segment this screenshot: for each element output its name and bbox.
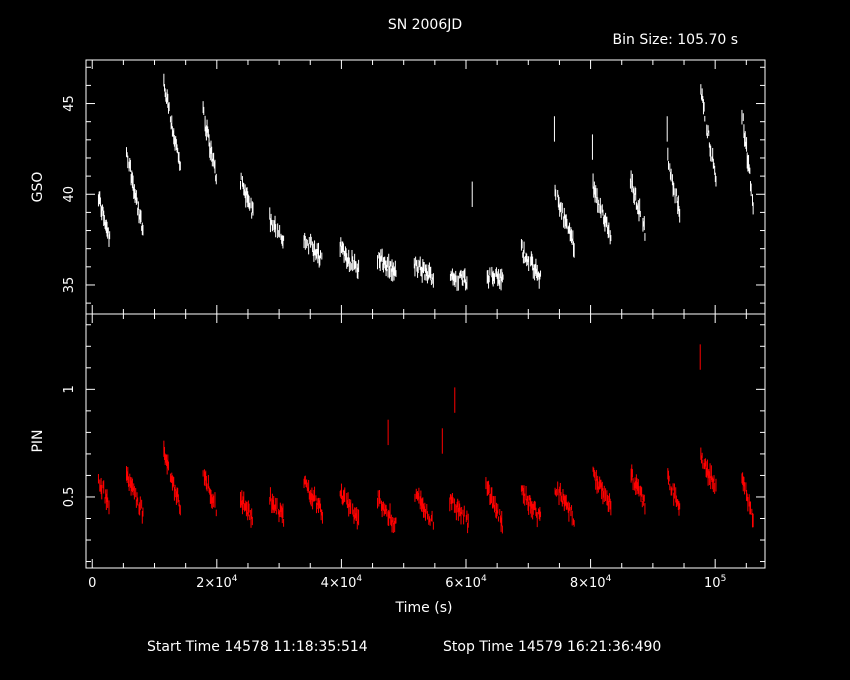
- pin-ytick-label: 1: [62, 385, 77, 393]
- gso-axis-label: GSO: [30, 172, 46, 203]
- time-tick-label: 0: [88, 576, 96, 591]
- gso-ytick-label: 35: [62, 277, 77, 294]
- light-curve-figure: SN 2006JD Bin Size: 105.70 s 35 40 45 0.5 1…: [0, 0, 850, 680]
- time-axis-label: Time (s): [395, 600, 453, 616]
- gso-ytick-label: 45: [62, 95, 77, 112]
- bin-size-label: Bin Size: 105.70 s: [613, 32, 738, 48]
- time-tick-label: 2×104: [196, 574, 238, 591]
- time-tick-label: 4×104: [321, 574, 363, 591]
- time-tick-label: 8×104: [570, 574, 612, 591]
- stop-time-label: Stop Time 14579 16:21:36:490: [443, 639, 661, 655]
- pin-ytick-label: 0.5: [62, 487, 77, 508]
- figure-title: SN 2006JD: [388, 17, 462, 33]
- start-time-label: Start Time 14578 11:18:35:514: [147, 639, 368, 655]
- pin-axis-label: PIN: [30, 429, 46, 452]
- time-tick-label: 6×104: [445, 574, 487, 591]
- gso-ytick-label: 40: [62, 186, 77, 203]
